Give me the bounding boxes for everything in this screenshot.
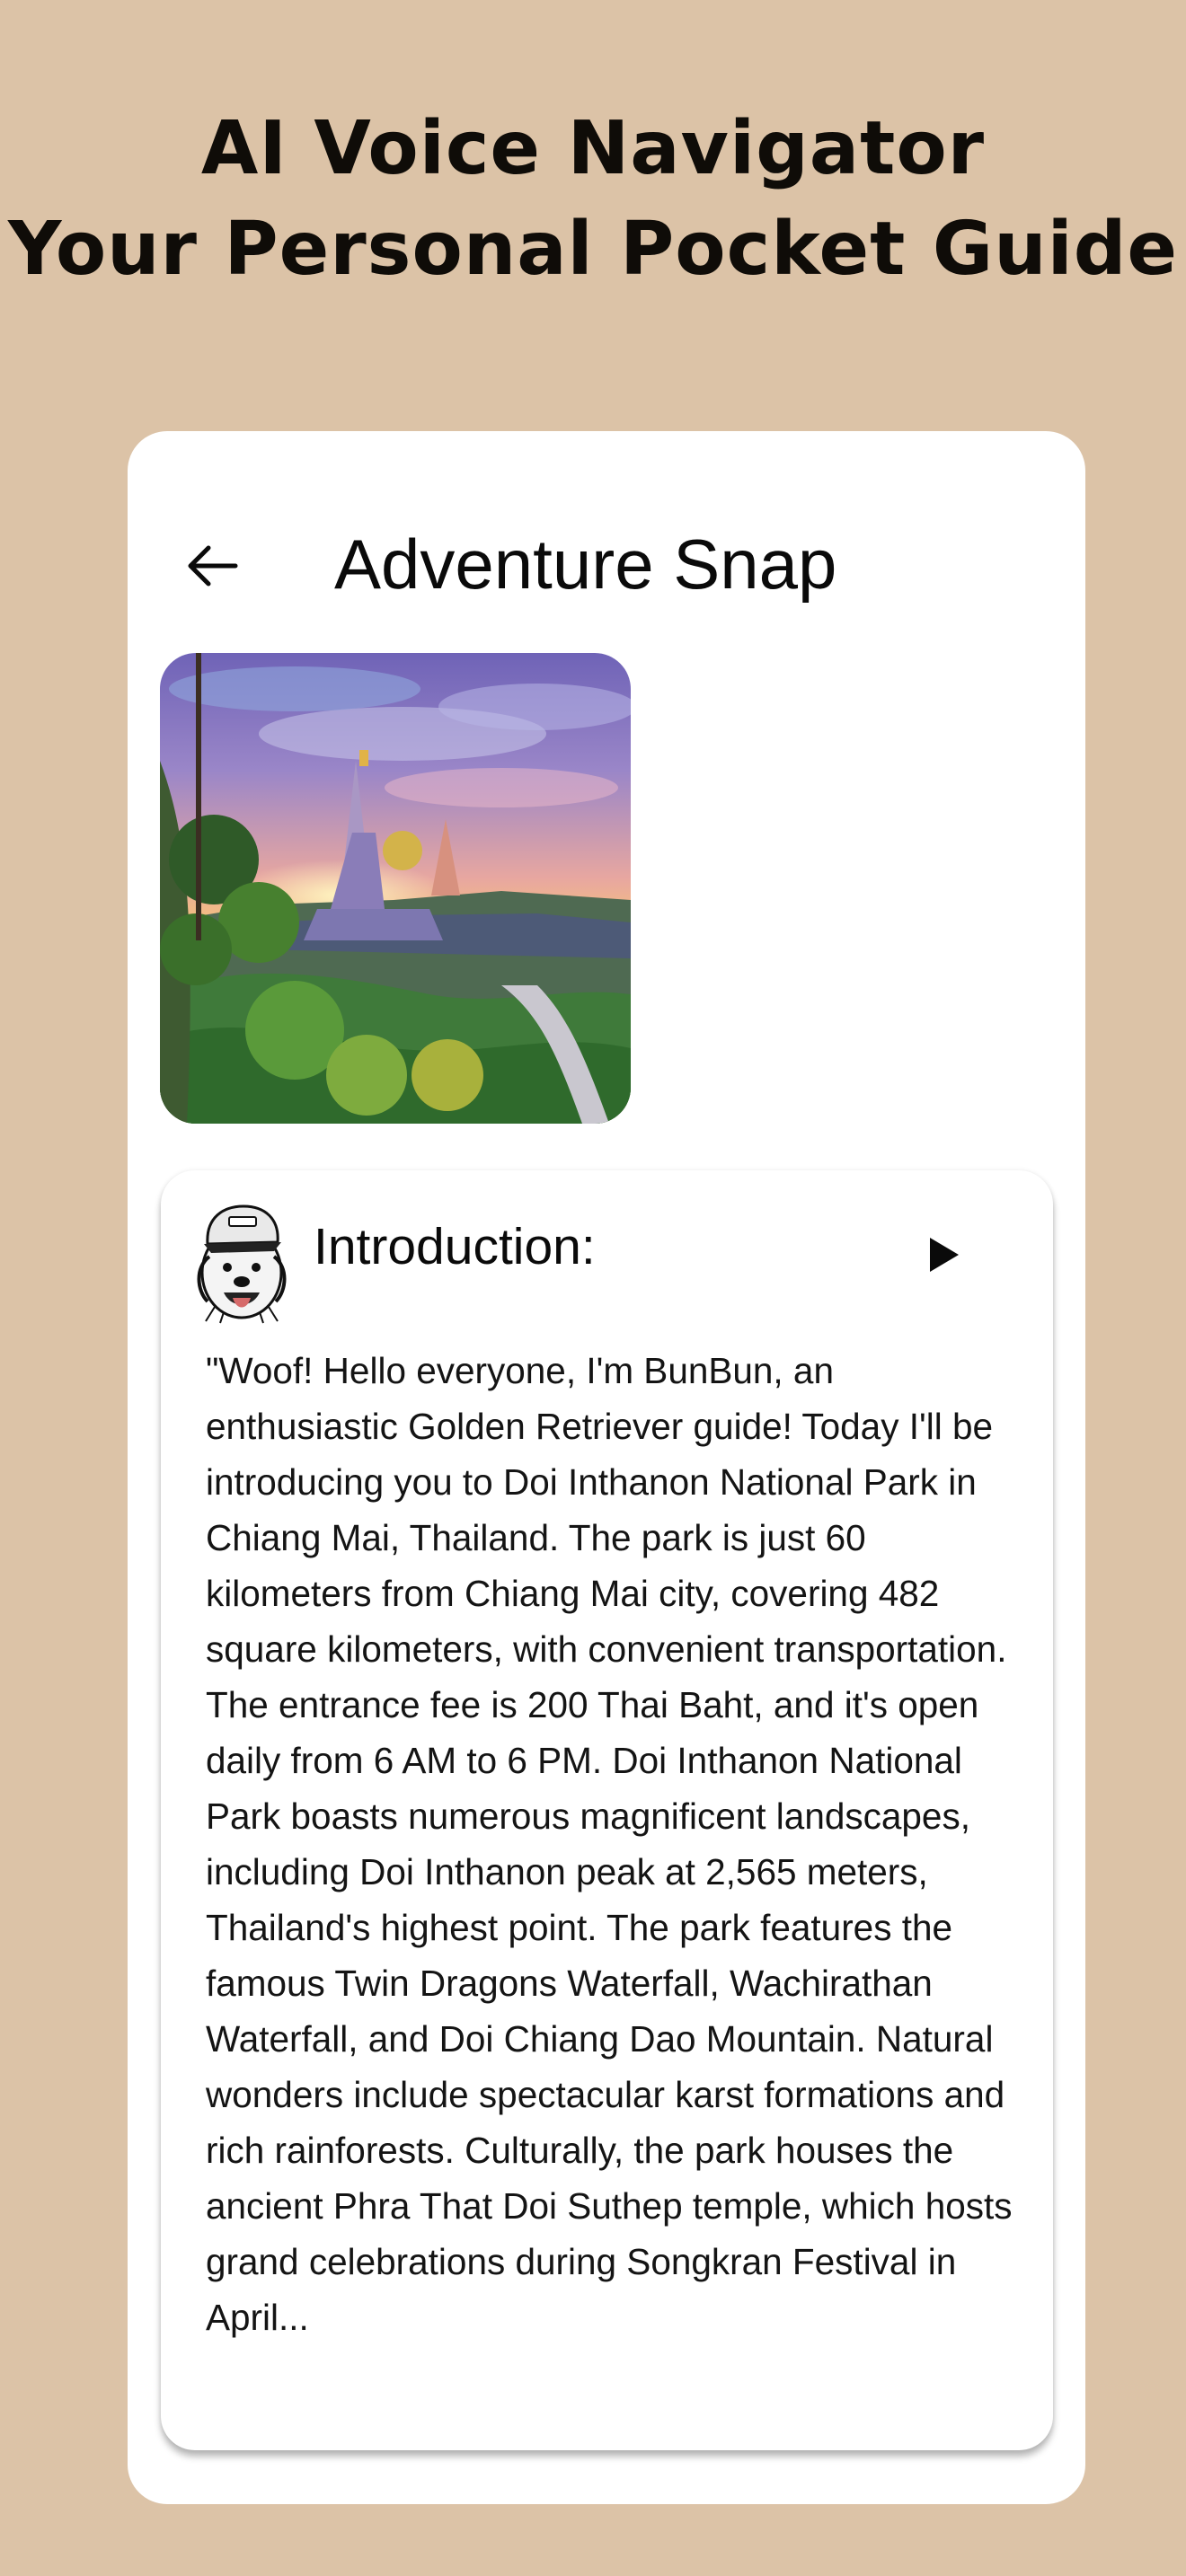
introduction-card: Introduction: "Woof! Hello everyone, I'm… — [161, 1170, 1053, 2450]
screen-title: Adventure Snap — [334, 525, 837, 604]
hero-title-line1: AI Voice Navigator — [200, 106, 986, 191]
phone-screen: Adventure Snap Introduction: "Woof! Hell… — [128, 431, 1085, 2504]
temple-landscape-photo — [160, 653, 631, 1124]
back-button[interactable] — [176, 530, 248, 602]
hero-title-line2: Your Personal Pocket Guide — [7, 207, 1179, 292]
introduction-heading: Introduction: — [314, 1218, 596, 1275]
hero-heading: AI Voice Navigator Your Personal Pocket … — [0, 99, 1186, 300]
play-audio-button[interactable] — [917, 1228, 971, 1282]
introduction-text: "Woof! Hello everyone, I'm BunBun, an en… — [206, 1350, 1013, 2338]
landmark-photo[interactable] — [160, 653, 631, 1124]
guide-avatar — [188, 1190, 296, 1325]
arrow-left-icon — [188, 545, 238, 587]
play-icon — [930, 1238, 959, 1272]
dog-guide-avatar — [197, 1204, 287, 1324]
